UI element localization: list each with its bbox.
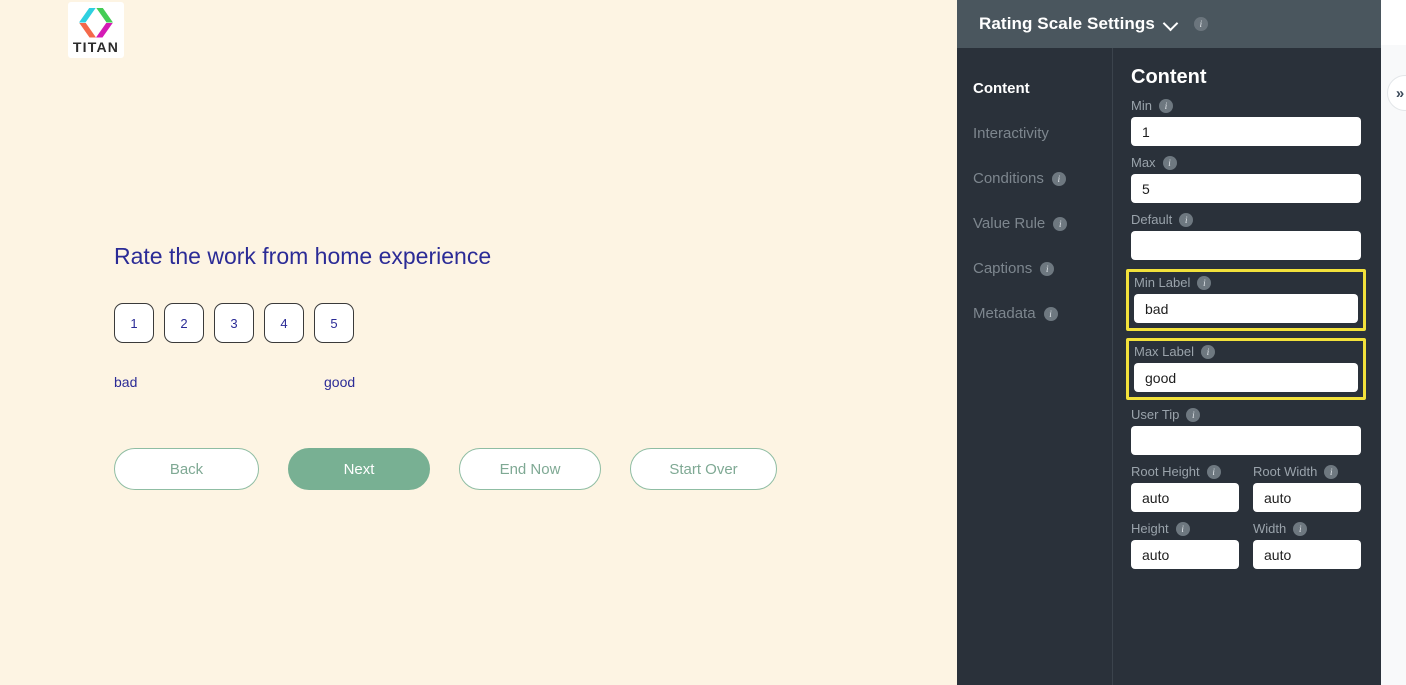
rating-option-2[interactable]: 2 bbox=[164, 303, 204, 343]
info-icon[interactable]: i bbox=[1053, 216, 1068, 231]
sidebar-item-metadata[interactable]: Metadata i bbox=[973, 291, 1112, 336]
info-icon[interactable]: i bbox=[1051, 171, 1066, 186]
form-preview-canvas: TITAN Rate the work from home experience… bbox=[0, 0, 957, 685]
rating-option-1[interactable]: 1 bbox=[114, 303, 154, 343]
info-icon[interactable]: i bbox=[1324, 464, 1339, 479]
start-over-button[interactable]: Start Over bbox=[630, 448, 777, 490]
rating-scale-options: 1 2 3 4 5 bbox=[114, 303, 354, 343]
sidebar-item-label: Captions bbox=[973, 260, 1033, 277]
max-label-input[interactable] bbox=[1134, 363, 1358, 392]
brand-wordmark: TITAN bbox=[72, 38, 120, 55]
field-label-text: Min Label bbox=[1134, 275, 1191, 290]
field-label-text: Root Width bbox=[1253, 464, 1318, 479]
field-label-user-tip: User Tip i bbox=[1131, 407, 1361, 422]
sidebar-item-interactivity[interactable]: Interactivity bbox=[973, 111, 1112, 156]
field-label-min: Min i bbox=[1131, 98, 1361, 113]
field-root-width: Root Width i bbox=[1253, 464, 1361, 512]
sidebar-item-captions[interactable]: Captions i bbox=[973, 246, 1112, 291]
sidebar-item-label: Conditions bbox=[973, 170, 1044, 187]
info-icon[interactable]: i bbox=[1293, 521, 1308, 536]
sidebar-item-value-rule[interactable]: Value Rule i bbox=[973, 201, 1112, 246]
field-label-text: Height bbox=[1131, 521, 1169, 536]
rating-option-3[interactable]: 3 bbox=[214, 303, 254, 343]
info-icon[interactable]: i bbox=[1186, 407, 1201, 422]
info-icon[interactable]: i bbox=[1200, 344, 1215, 359]
info-icon[interactable]: i bbox=[1175, 521, 1190, 536]
settings-content-section: Content Min i Max i Default i bbox=[1113, 48, 1381, 685]
field-label-root-width: Root Width i bbox=[1253, 464, 1361, 479]
field-default: Default i bbox=[1131, 212, 1361, 260]
field-label-max-label: Max Label i bbox=[1134, 344, 1358, 359]
field-label-text: Root Height bbox=[1131, 464, 1200, 479]
next-button[interactable]: Next bbox=[288, 448, 430, 490]
settings-panel-title: Rating Scale Settings bbox=[979, 14, 1155, 33]
settings-section-nav: Content Interactivity Conditions i Value… bbox=[957, 48, 1113, 685]
width-input[interactable] bbox=[1253, 540, 1361, 569]
info-icon[interactable]: i bbox=[1040, 261, 1055, 276]
root-width-input[interactable] bbox=[1253, 483, 1361, 512]
sidebar-item-label: Metadata bbox=[973, 305, 1036, 322]
root-height-input[interactable] bbox=[1131, 483, 1239, 512]
scale-min-caption: bad bbox=[114, 374, 138, 390]
sidebar-item-content[interactable]: Content bbox=[973, 66, 1112, 111]
field-label-default: Default i bbox=[1131, 212, 1361, 227]
field-min-label: Min Label i bbox=[1126, 269, 1366, 331]
chevron-down-icon[interactable] bbox=[1164, 18, 1177, 31]
info-icon[interactable]: i bbox=[1043, 306, 1058, 321]
info-icon[interactable]: i bbox=[1179, 212, 1194, 227]
chevron-right-icon: » bbox=[1395, 84, 1405, 102]
field-label-max: Max i bbox=[1131, 155, 1361, 170]
field-label-text: User Tip bbox=[1131, 407, 1180, 422]
field-label-text: Max bbox=[1131, 155, 1156, 170]
right-edge-top-area bbox=[1381, 0, 1406, 45]
form-navigation-buttons: Back Next End Now Start Over bbox=[114, 448, 777, 490]
field-label-text: Width bbox=[1253, 521, 1287, 536]
sidebar-item-label: Value Rule bbox=[973, 215, 1046, 232]
field-width: Width i bbox=[1253, 521, 1361, 569]
field-label-text: Max Label bbox=[1134, 344, 1194, 359]
height-input[interactable] bbox=[1131, 540, 1239, 569]
field-label-height: Height i bbox=[1131, 521, 1239, 536]
sidebar-item-label: Interactivity bbox=[973, 125, 1049, 142]
field-label-root-height: Root Height i bbox=[1131, 464, 1239, 479]
brand-logo: TITAN bbox=[68, 2, 124, 58]
min-input[interactable] bbox=[1131, 117, 1361, 146]
user-tip-input[interactable] bbox=[1131, 426, 1361, 455]
scale-max-caption: good bbox=[324, 374, 356, 390]
sidebar-item-conditions[interactable]: Conditions i bbox=[973, 156, 1112, 201]
content-section-heading: Content bbox=[1131, 66, 1207, 88]
field-height: Height i bbox=[1131, 521, 1239, 569]
field-pair-root-dimensions: Root Height i Root Width i bbox=[1131, 464, 1361, 512]
settings-panel-body: Content Interactivity Conditions i Value… bbox=[957, 48, 1381, 685]
field-label-text: Default bbox=[1131, 212, 1173, 227]
field-label-width: Width i bbox=[1253, 521, 1361, 536]
titan-diamond-logo-icon bbox=[79, 7, 113, 38]
field-pair-dimensions: Height i Width i bbox=[1131, 521, 1361, 569]
info-icon[interactable]: i bbox=[1206, 464, 1221, 479]
info-icon[interactable]: i bbox=[1193, 17, 1208, 31]
settings-panel-header: Rating Scale Settings i bbox=[957, 0, 1381, 48]
sidebar-item-label: Content bbox=[973, 80, 1030, 97]
max-input[interactable] bbox=[1131, 174, 1361, 203]
info-icon[interactable]: i bbox=[1197, 275, 1212, 290]
rating-option-4[interactable]: 4 bbox=[264, 303, 304, 343]
back-button[interactable]: Back bbox=[114, 448, 259, 490]
rating-option-5[interactable]: 5 bbox=[314, 303, 354, 343]
settings-panel: Rating Scale Settings i Content Interact… bbox=[957, 0, 1381, 685]
field-user-tip: User Tip i bbox=[1131, 407, 1361, 455]
field-label-min-label: Min Label i bbox=[1134, 275, 1358, 290]
info-icon[interactable]: i bbox=[1162, 155, 1177, 170]
field-root-height: Root Height i bbox=[1131, 464, 1239, 512]
field-max-label: Max Label i bbox=[1126, 338, 1366, 400]
field-label-text: Min bbox=[1131, 98, 1152, 113]
min-label-input[interactable] bbox=[1134, 294, 1358, 323]
default-input[interactable] bbox=[1131, 231, 1361, 260]
field-min: Min i bbox=[1131, 98, 1361, 146]
info-icon[interactable]: i bbox=[1158, 98, 1173, 113]
end-now-button[interactable]: End Now bbox=[459, 448, 601, 490]
question-title: Rate the work from home experience bbox=[114, 243, 492, 269]
field-max: Max i bbox=[1131, 155, 1361, 203]
